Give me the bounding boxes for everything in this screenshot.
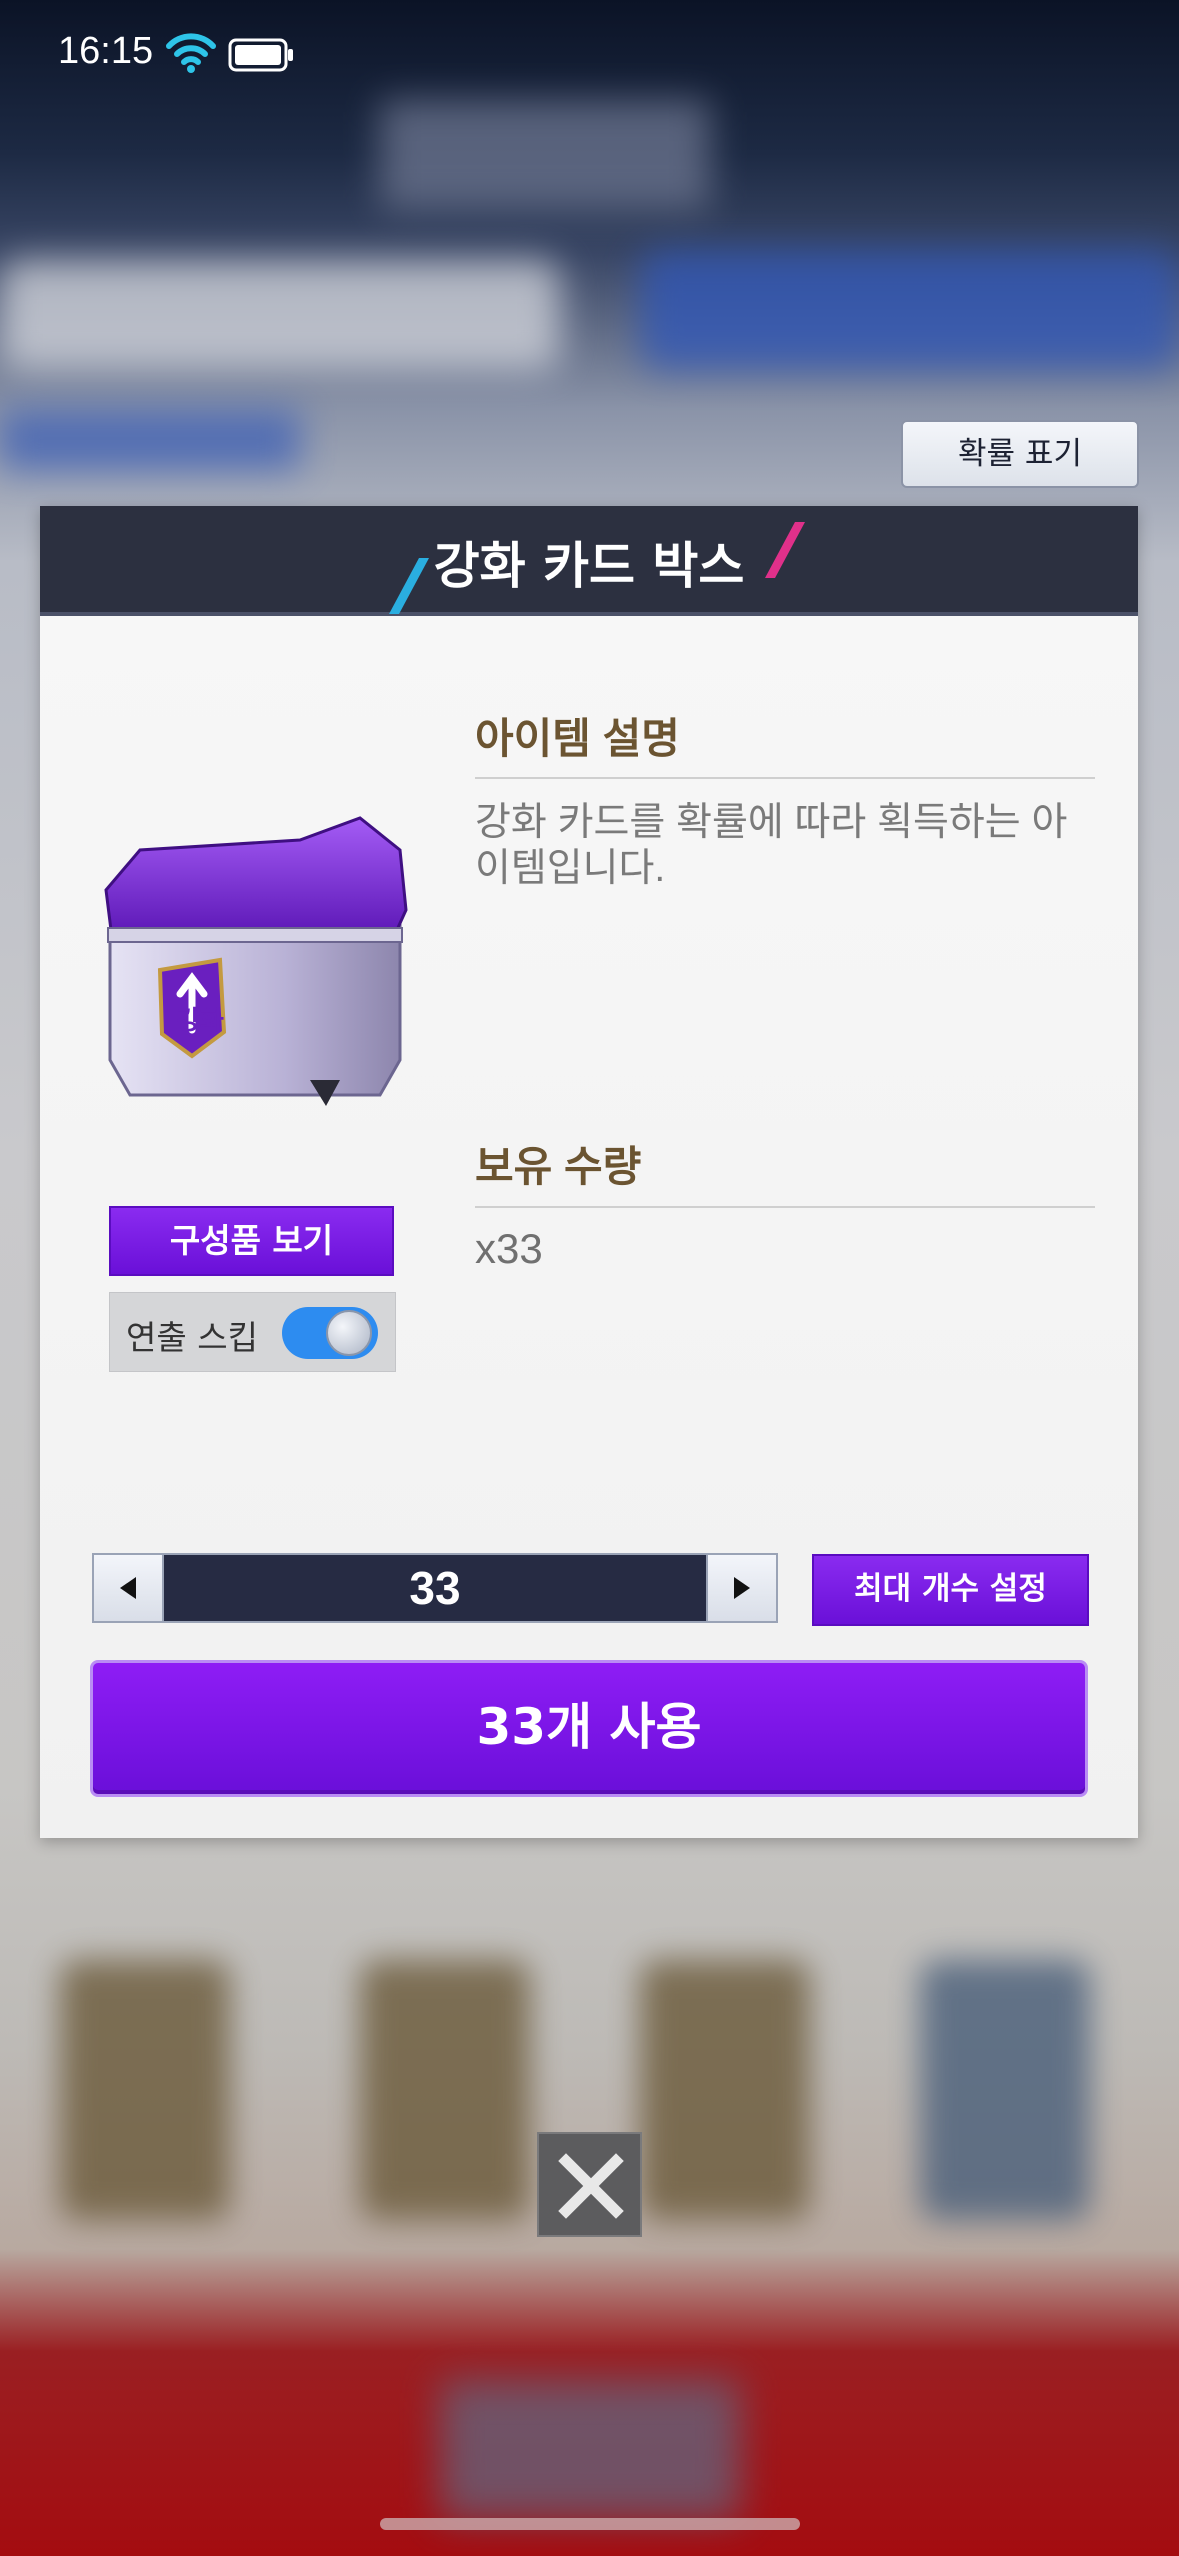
set-max-quantity-button[interactable]: 최대 개수 설정: [812, 1554, 1089, 1626]
view-components-button[interactable]: 구성품 보기: [109, 1206, 394, 1276]
status-time: 16:15: [58, 30, 154, 72]
status-bar: 16:15: [0, 0, 1179, 110]
dialog-title: 강화 카드 박스: [433, 537, 745, 595]
skip-animation-panel: 연출 스킵: [109, 1292, 396, 1372]
description-heading: 아이템 설명: [475, 715, 680, 762]
enhancement-card-box-icon: [104, 816, 408, 1106]
wifi-icon: [166, 33, 216, 73]
item-description: 강화 카드를 확률에 따라 획득하는 아이템입니다.: [475, 801, 1068, 890]
arrow-left-icon: [120, 1577, 136, 1599]
background-blur: [0, 410, 300, 470]
probability-button[interactable]: 확률 표기: [901, 420, 1139, 488]
toggle-knob: [326, 1310, 372, 1356]
owned-heading: 보유 수량: [475, 1143, 642, 1190]
divider: [475, 777, 1095, 779]
background-card: [640, 1960, 810, 2220]
background-blur: [440, 2380, 740, 2520]
decrease-button[interactable]: [94, 1555, 164, 1621]
background-blur: [640, 250, 1179, 370]
slash-deco-icon: [765, 522, 805, 578]
dialog-header: 강화 카드 박스: [40, 506, 1138, 616]
increase-button[interactable]: [706, 1555, 776, 1621]
skip-animation-toggle[interactable]: [282, 1307, 378, 1359]
item-icon-caption: 강화: [176, 1006, 224, 1036]
background-blur: [380, 100, 710, 210]
home-indicator[interactable]: [380, 2518, 800, 2530]
close-icon: [558, 2153, 624, 2219]
use-items-button[interactable]: 33개 사용: [90, 1660, 1088, 1797]
quantity-stepper: 33: [92, 1553, 778, 1623]
background-card: [360, 1960, 530, 2220]
background-card: [920, 1960, 1090, 2220]
background-blur: [0, 260, 560, 370]
arrow-right-icon: [734, 1577, 750, 1599]
skip-animation-label: 연출 스킵: [126, 1318, 258, 1357]
owned-count: x33: [475, 1225, 543, 1272]
close-button[interactable]: [537, 2132, 642, 2237]
background-card: [60, 1960, 230, 2220]
quantity-value[interactable]: 33: [166, 1561, 704, 1615]
battery-icon: [228, 38, 293, 72]
divider: [475, 1206, 1095, 1208]
